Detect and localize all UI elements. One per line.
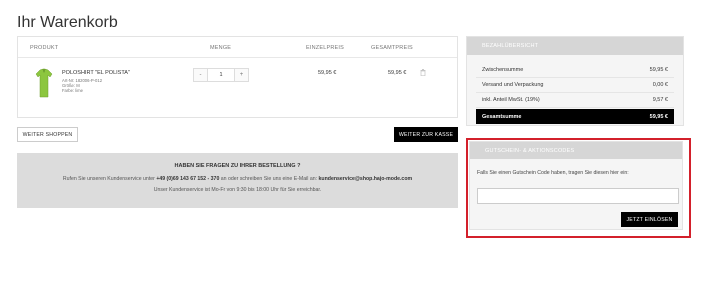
- line-total-price: 59,95 €: [388, 70, 407, 76]
- summary-value: 59,95 €: [649, 67, 668, 73]
- summary-total-label: Gesamtsumme: [482, 113, 522, 120]
- summary-total-value: 59,95 €: [649, 113, 668, 120]
- summary-label: inkl. Anteil MwSt. (19%): [482, 97, 540, 103]
- summary-label: Zwischensumme: [482, 67, 524, 73]
- help-hours-line: Unser Kundenservice ist Mo-Fr von 9:30 b…: [153, 187, 322, 193]
- help-title: HABEN SIE FRAGEN ZU IHRER BESTELLUNG ?: [174, 163, 301, 169]
- redeem-coupon-button[interactable]: JETZT EINLÖSEN: [621, 212, 678, 227]
- coupon-instructions: Falls Sie einen Gutschein Code haben, tr…: [477, 170, 629, 176]
- product-color: Farbe: lime: [62, 88, 83, 93]
- quantity-stepper: - 1 +: [193, 68, 249, 82]
- help-text-prefix: Rufen Sie unseren Kundenservice unter: [62, 176, 157, 182]
- summary-row-vat: inkl. Anteil MwSt. (19%) 9,57 €: [476, 93, 674, 108]
- help-email-link[interactable]: kundenservice@shop.hajo-mode.com: [319, 176, 413, 182]
- header-divider: [18, 57, 457, 58]
- quantity-input[interactable]: 1: [208, 69, 234, 81]
- summary-value: 0,00 €: [652, 82, 668, 88]
- payment-summary: BEZAHLÜBERSICHT Zwischensumme 59,95 € Ve…: [466, 36, 684, 126]
- continue-shopping-button[interactable]: WEITER SHOPPEN: [17, 127, 78, 142]
- checkout-button[interactable]: WEITER ZUR KASSE: [394, 127, 458, 142]
- trash-icon[interactable]: [420, 69, 426, 76]
- summary-row-shipping: Versand und Verpackung 0,00 €: [476, 78, 674, 93]
- cart-table: PRODUKT MENGE EINZELPREIS GESAMTPREIS PO…: [17, 36, 458, 118]
- coupon-title: GUTSCHEIN- & AKTIONSCODES: [470, 142, 682, 159]
- summary-value: 9,57 €: [652, 97, 668, 103]
- help-contact-line: Rufen Sie unseren Kundenservice unter +4…: [17, 176, 458, 182]
- coupon-code-input[interactable]: [477, 188, 679, 204]
- summary-row-subtotal: Zwischensumme 59,95 €: [476, 63, 674, 78]
- page-title: Ihr Warenkorb: [17, 14, 118, 31]
- help-phone[interactable]: +49 (0)69 143 67 152 - 370: [156, 176, 219, 182]
- column-header-total-price: GESAMTPREIS: [371, 45, 413, 51]
- coupon-highlight-frame: GUTSCHEIN- & AKTIONSCODES Falls Sie eine…: [466, 138, 691, 238]
- quantity-increase-button[interactable]: +: [234, 69, 248, 81]
- product-image[interactable]: [35, 68, 53, 98]
- column-header-quantity: MENGE: [210, 45, 232, 51]
- product-name[interactable]: POLOSHIRT "EL POLISTA": [62, 70, 130, 76]
- column-header-unit-price: EINZELPREIS: [306, 45, 344, 51]
- coupon-section: GUTSCHEIN- & AKTIONSCODES Falls Sie eine…: [469, 141, 683, 230]
- help-box: HABEN SIE FRAGEN ZU IHRER BESTELLUNG ? R…: [17, 153, 458, 208]
- summary-title: BEZAHLÜBERSICHT: [467, 37, 683, 55]
- quantity-decrease-button[interactable]: -: [194, 69, 208, 81]
- help-text-middle: an oder schreiben Sie uns eine E-Mail an…: [219, 176, 319, 182]
- summary-label: Versand und Verpackung: [482, 82, 544, 88]
- column-header-product: PRODUKT: [30, 45, 59, 51]
- summary-row-total: Gesamtsumme 59,95 €: [476, 109, 674, 124]
- unit-price: 59,95 €: [318, 70, 337, 76]
